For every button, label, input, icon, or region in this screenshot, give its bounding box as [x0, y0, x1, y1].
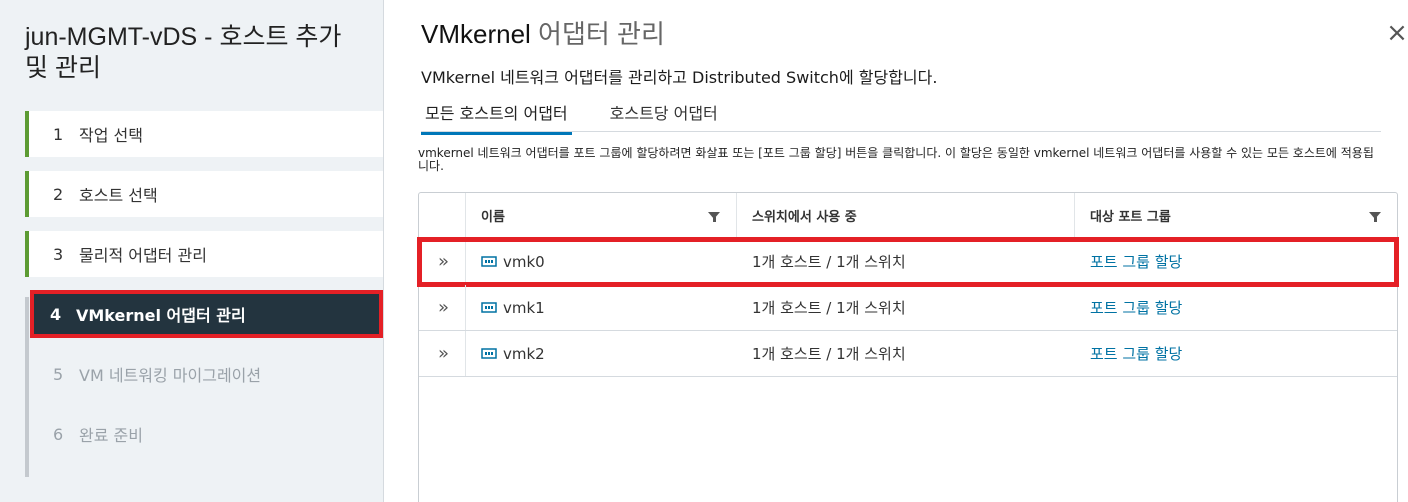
column-header-label: 대상 포트 그룹	[1090, 210, 1171, 225]
column-header-name[interactable]: 이름	[466, 193, 737, 238]
in-use-cell: 1개 호스트 / 1개 스위치	[752, 299, 906, 317]
filter-icon[interactable]	[708, 212, 720, 222]
step-label: 작업 선택	[79, 126, 143, 145]
port-group-cell: 포트 그룹 할당	[1075, 331, 1397, 376]
assign-port-group-link[interactable]: 포트 그룹 할당	[1090, 343, 1182, 364]
page-subtitle: VMkernel 네트워크 어댑터를 관리하고 Distributed Swit…	[421, 68, 938, 87]
expand-column-header	[419, 193, 466, 238]
step-ready-to-complete: 6 완료 준비	[25, 411, 383, 457]
expand-cell: »	[419, 239, 466, 284]
wizard-dialog: jun-MGMT-vDS - 호스트 추가 및 관리 1 작업 선택 2 호스트…	[0, 0, 1408, 502]
name-cell: vmk1	[466, 285, 737, 330]
adapter-tabs: 모든 호스트의 어댑터 호스트당 어댑터	[421, 98, 756, 135]
name-cell: vmk2	[466, 331, 737, 376]
column-header-destination-port-group[interactable]: 대상 포트 그룹	[1075, 193, 1397, 238]
in-use-cell: 1개 호스트 / 1개 스위치	[752, 345, 906, 363]
column-header-label: 스위치에서 사용 중	[752, 210, 857, 225]
network-adapter-icon	[481, 301, 497, 313]
step-migrate-vm-networking: 5 VM 네트워킹 마이그레이션	[25, 351, 383, 397]
table-row[interactable]: » vmk0 1개 호스트 / 1개 스위치 포트 그룹 할당	[417, 237, 1399, 287]
tab-adapters-all-hosts[interactable]: 모든 호스트의 어댑터	[421, 98, 572, 135]
port-group-cell: 포트 그룹 할당	[1075, 285, 1397, 330]
filter-icon[interactable]	[1369, 212, 1381, 222]
expand-icon[interactable]: »	[438, 297, 449, 318]
tab-adapters-per-host[interactable]: 호스트당 어댑터	[606, 98, 722, 135]
step-manage-vmkernel-adapters[interactable]: 4 VMkernel 어댑터 관리	[30, 290, 383, 338]
wizard-title: jun-MGMT-vDS - 호스트 추가 및 관리	[25, 23, 342, 82]
wizard-steps: 1 작업 선택 2 호스트 선택 3 물리적 어댑터 관리 4 VMkernel…	[25, 111, 383, 471]
expand-cell: »	[419, 331, 466, 376]
step-select-task[interactable]: 1 작업 선택	[25, 111, 383, 157]
step-label: 물리적 어댑터 관리	[79, 246, 207, 265]
close-icon[interactable]: ×	[1386, 20, 1408, 46]
step-label: 호스트 선택	[79, 186, 158, 205]
column-header-in-use[interactable]: 스위치에서 사용 중	[737, 193, 1075, 238]
expand-icon[interactable]: »	[438, 343, 449, 364]
step-number: 4	[50, 304, 62, 324]
adapter-name: vmk2	[503, 344, 545, 363]
step-number: 1	[53, 124, 64, 144]
step-manage-physical-adapters[interactable]: 3 물리적 어댑터 관리	[25, 231, 383, 277]
step-label: 완료 준비	[79, 426, 143, 445]
expand-icon[interactable]: »	[438, 251, 449, 272]
name-cell: vmk0	[466, 239, 737, 284]
step-number: 6	[53, 424, 64, 444]
step-select-hosts[interactable]: 2 호스트 선택	[25, 171, 383, 217]
wizard-content: VMkernel 어댑터 관리 × VMkernel 네트워크 어댑터를 관리하…	[384, 0, 1408, 502]
assign-port-group-link[interactable]: 포트 그룹 할당	[1090, 251, 1182, 272]
network-adapter-icon	[481, 255, 497, 267]
assign-port-group-link[interactable]: 포트 그룹 할당	[1090, 297, 1182, 318]
page-title: VMkernel 어댑터 관리	[421, 14, 665, 51]
step-number: 3	[53, 244, 64, 264]
tabs-divider	[421, 131, 1381, 132]
in-use-cell: 1개 호스트 / 1개 스위치	[752, 253, 906, 271]
expand-cell: »	[419, 285, 466, 330]
table-row[interactable]: » vmk1 1개 호스트 / 1개 스위치 포트 그룹 할당	[419, 285, 1397, 331]
adapter-name: vmk1	[503, 298, 545, 317]
table-row[interactable]: » vmk2 1개 호스트 / 1개 스위치 포트 그룹 할당	[419, 331, 1397, 377]
step-number: 5	[53, 364, 64, 384]
wizard-nav: jun-MGMT-vDS - 호스트 추가 및 관리 1 작업 선택 2 호스트…	[0, 0, 384, 502]
network-adapter-icon	[481, 347, 497, 359]
page-title-sub: 어댑터 관리	[530, 19, 665, 49]
step-label: VM 네트워킹 마이그레이션	[79, 366, 262, 385]
port-group-cell: 포트 그룹 할당	[1075, 239, 1397, 284]
column-header-label: 이름	[481, 210, 505, 225]
adapter-name: vmk0	[503, 252, 545, 271]
instructions-text: vmkernel 네트워크 어댑터를 포트 그룹에 할당하려면 화살표 또는 […	[418, 146, 1374, 173]
page-title-main: VMkernel	[421, 19, 531, 49]
vmkernel-adapter-grid: 이름 스위치에서 사용 중 대상 포트 그룹 » vmk0 1개 호스트 / 1…	[417, 192, 1399, 502]
grid-header: 이름 스위치에서 사용 중 대상 포트 그룹	[419, 193, 1397, 239]
step-number: 2	[53, 184, 64, 204]
step-label: VMkernel 어댑터 관리	[76, 306, 246, 325]
